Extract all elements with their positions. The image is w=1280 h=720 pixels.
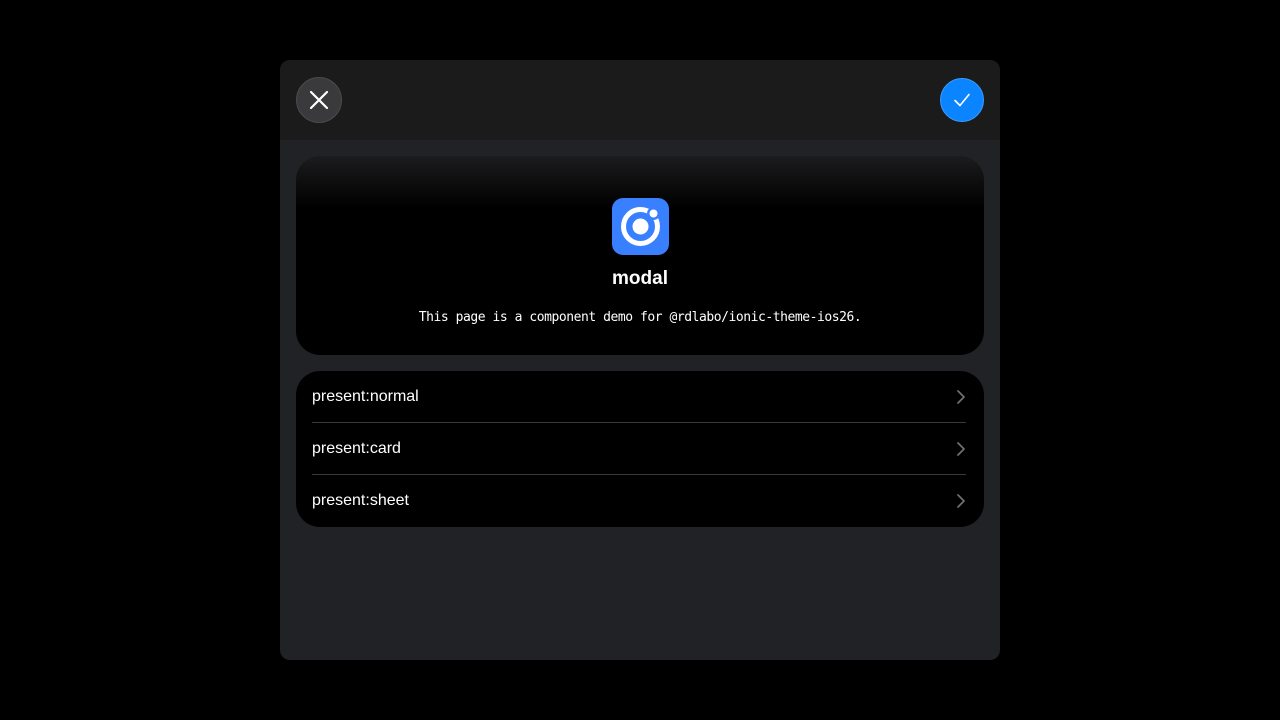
list-item-present-card[interactable]: present:card	[296, 423, 984, 475]
close-button[interactable]	[296, 77, 342, 123]
page-title: modal	[612, 268, 668, 289]
hero-card: modal This page is a component demo for …	[296, 156, 984, 355]
modal-window: modal This page is a component demo for …	[280, 60, 1000, 660]
list-item-label: present:sheet	[312, 492, 409, 509]
list-item-label: present:normal	[312, 388, 419, 405]
present-options-list: present:normal present:card present:shee…	[296, 371, 984, 527]
page-description: This page is a component demo for @rdlab…	[418, 310, 862, 325]
chevron-right-icon	[957, 390, 965, 404]
checkmark-icon	[954, 93, 970, 107]
modal-toolbar	[280, 60, 1000, 140]
list-item-present-sheet[interactable]: present:sheet	[296, 475, 984, 527]
confirm-button[interactable]	[940, 78, 984, 122]
chevron-right-icon	[957, 494, 965, 508]
list-item-label: present:card	[312, 440, 401, 457]
close-icon	[309, 90, 329, 110]
list-item-present-normal[interactable]: present:normal	[296, 371, 984, 423]
chevron-right-icon	[957, 442, 965, 456]
ionic-logo-icon	[612, 198, 669, 255]
